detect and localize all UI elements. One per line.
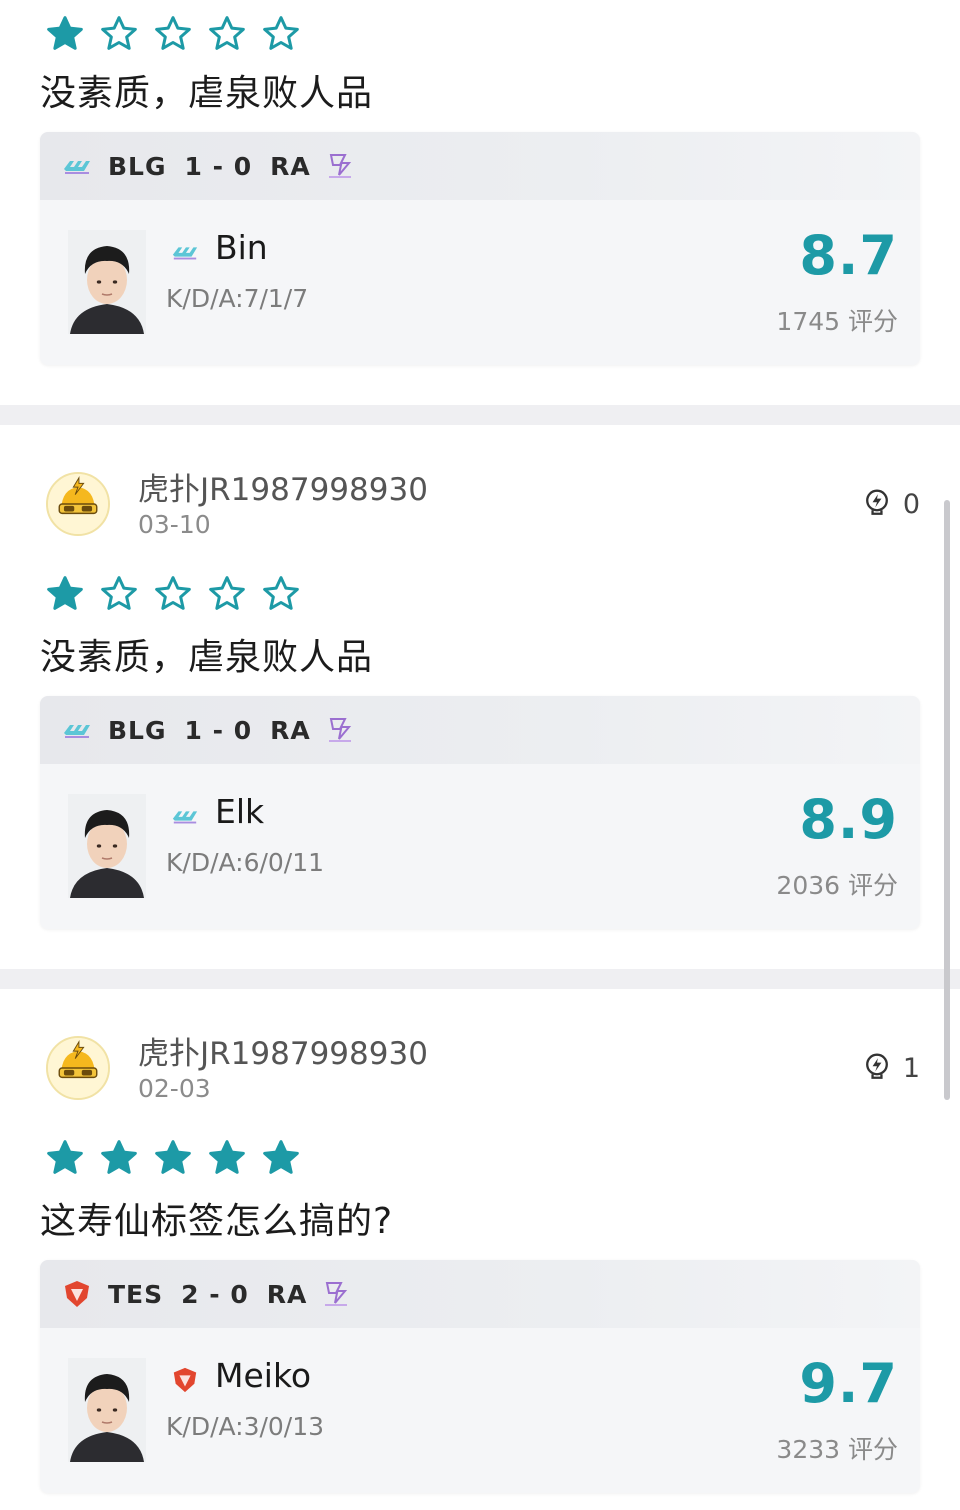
match-score: TES 2 - 0 RA [108, 1279, 308, 1309]
match-player-card[interactable]: BLG 1 - 0 RA Bin K/D/A:7/1/7 8.7 1745 评分 [40, 132, 920, 365]
review-comment: 这寿仙标签怎么搞的? [40, 1201, 394, 1242]
match-score: BLG 1 - 0 RA [108, 151, 311, 181]
like-count: 1 [902, 1052, 920, 1084]
like-count: 0 [902, 488, 920, 520]
scrollbar[interactable] [944, 500, 950, 1100]
star-filled-icon [44, 1138, 86, 1178]
star-outline-icon [98, 574, 140, 614]
star-filled-icon [44, 574, 86, 614]
match-header[interactable]: BLG 1 - 0 RA [40, 132, 920, 200]
player-photo [68, 794, 146, 898]
star-filled-icon [98, 1138, 140, 1178]
blg-logo-icon [62, 151, 92, 181]
player-score: 8.7 [799, 224, 898, 287]
blg-logo-icon [62, 715, 92, 745]
player-name: Elk [215, 792, 265, 831]
star-filled-icon [44, 14, 86, 54]
player-name: Meiko [215, 1356, 312, 1395]
player-photo [68, 230, 146, 334]
lightbulb-icon [861, 486, 893, 522]
match-player-card[interactable]: BLG 1 - 0 RA Elk K/D/A:6/0/11 8.9 2036 评分 [40, 696, 920, 929]
review-comment: 没素质，虐泉败人品 [40, 73, 374, 114]
review-date: 02-03 [138, 1074, 211, 1103]
star-filled-icon [260, 1138, 302, 1178]
player-photo [68, 1358, 146, 1462]
star-outline-icon [260, 574, 302, 614]
rating-stars [44, 14, 302, 54]
blg-logo-icon [170, 802, 200, 830]
username[interactable]: 虎扑JR1987998930 [138, 1028, 428, 1073]
star-outline-icon [206, 574, 248, 614]
avatar[interactable] [46, 472, 110, 536]
like-button[interactable]: 1 [861, 1050, 920, 1086]
player-score: 8.9 [799, 788, 898, 851]
section-divider [0, 969, 960, 989]
player-score: 9.7 [799, 1352, 898, 1415]
match-score: BLG 1 - 0 RA [108, 715, 311, 745]
star-outline-icon [152, 574, 194, 614]
player-name: Bin [215, 228, 268, 267]
match-player-card[interactable]: TES 2 - 0 RA Meiko K/D/A:3/0/13 9.7 3233 评… [40, 1260, 920, 1493]
ra-logo-icon [325, 715, 355, 745]
match-header[interactable]: TES 2 - 0 RA [40, 1260, 920, 1328]
avatar[interactable] [46, 1036, 110, 1100]
rating-count: 1745 评分 [776, 307, 898, 336]
review-user-row: 虎扑JR1987998930 02-03 1 [0, 1026, 960, 1116]
ra-logo-icon [321, 1279, 351, 1309]
username[interactable]: 虎扑JR1987998930 [138, 464, 428, 509]
star-filled-icon [206, 1138, 248, 1178]
tes-logo-icon [62, 1279, 92, 1309]
lightbulb-icon [861, 1050, 893, 1086]
rating-count: 2036 评分 [776, 871, 898, 900]
rating-stars [44, 1138, 302, 1178]
like-button[interactable]: 0 [861, 486, 920, 522]
player-kda: K/D/A:7/1/7 [166, 284, 309, 313]
review-date: 03-10 [138, 510, 211, 539]
star-outline-icon [152, 14, 194, 54]
rating-count: 3233 评分 [776, 1435, 898, 1464]
tes-logo-icon [170, 1366, 200, 1394]
match-header[interactable]: BLG 1 - 0 RA [40, 696, 920, 764]
ra-logo-icon [325, 151, 355, 181]
rating-stars [44, 574, 302, 614]
review-comment: 没素质，虐泉败人品 [40, 637, 374, 678]
star-outline-icon [206, 14, 248, 54]
review-user-row: 虎扑JR1987998930 03-10 0 [0, 462, 960, 552]
player-kda: K/D/A:6/0/11 [166, 848, 325, 877]
blg-logo-icon [170, 238, 200, 266]
star-outline-icon [260, 14, 302, 54]
star-outline-icon [98, 14, 140, 54]
player-kda: K/D/A:3/0/13 [166, 1412, 325, 1441]
section-divider [0, 405, 960, 425]
star-filled-icon [152, 1138, 194, 1178]
